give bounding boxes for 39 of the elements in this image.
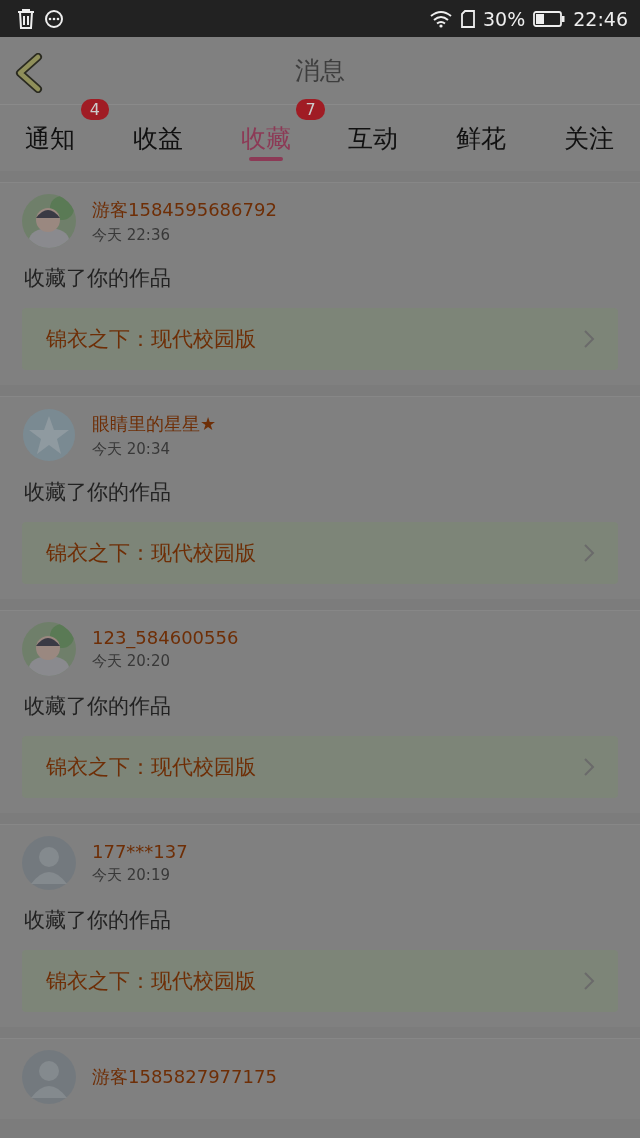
count-badge: 7: [296, 99, 325, 120]
work-link[interactable]: 锦衣之下：现代校园版: [22, 522, 618, 584]
tab[interactable]: 通知: [25, 115, 75, 161]
more-icon: [44, 8, 64, 29]
chevron-right-icon: [582, 542, 596, 564]
count-badge: 4: [80, 99, 109, 120]
message-text: 收藏了你的作品: [24, 693, 172, 720]
user-name[interactable]: 游客1584595686792: [92, 197, 277, 222]
message-time: 今天 20:20: [92, 652, 171, 671]
message-text: 收藏了你的作品: [24, 265, 172, 292]
clock: 22:46: [573, 7, 628, 30]
user-name[interactable]: 123_584600556: [92, 627, 239, 648]
tab[interactable]: 鲜花: [456, 115, 507, 161]
user-name[interactable]: 游客1585827977175: [92, 1065, 277, 1089]
wifi-icon: [429, 9, 453, 28]
page-title: 消息: [295, 55, 345, 87]
tab[interactable]: 收藏: [240, 115, 291, 161]
work-link[interactable]: 锦衣之下：现代校园版: [22, 308, 618, 370]
message-text: 收藏了你的作品: [24, 907, 172, 934]
trash-icon: [16, 7, 36, 30]
battery-icon: [533, 9, 566, 28]
user-name[interactable]: 177***137: [92, 841, 188, 862]
chevron-right-icon: [582, 328, 596, 350]
user-name[interactable]: 眼睛里的星星★: [92, 411, 217, 436]
battery-percent: 30%: [483, 7, 526, 30]
sim-card-icon: [461, 9, 475, 28]
message-text: 收藏了你的作品: [24, 479, 172, 506]
tab[interactable]: 互动: [348, 115, 399, 161]
message-time: 今天 22:36: [92, 225, 171, 245]
work-link[interactable]: 锦衣之下：现代校园版: [22, 736, 618, 798]
tab-indicator: [248, 157, 283, 161]
message-time: 今天 20:19: [92, 866, 171, 885]
chevron-right-icon: [582, 970, 596, 992]
tab[interactable]: 关注: [564, 115, 614, 161]
work-link[interactable]: 锦衣之下：现代校园版: [22, 950, 618, 1012]
back-icon[interactable]: [14, 53, 44, 93]
tab[interactable]: 收益: [132, 115, 183, 161]
chevron-right-icon: [582, 756, 596, 778]
message-time: 今天 20:34: [92, 439, 171, 459]
